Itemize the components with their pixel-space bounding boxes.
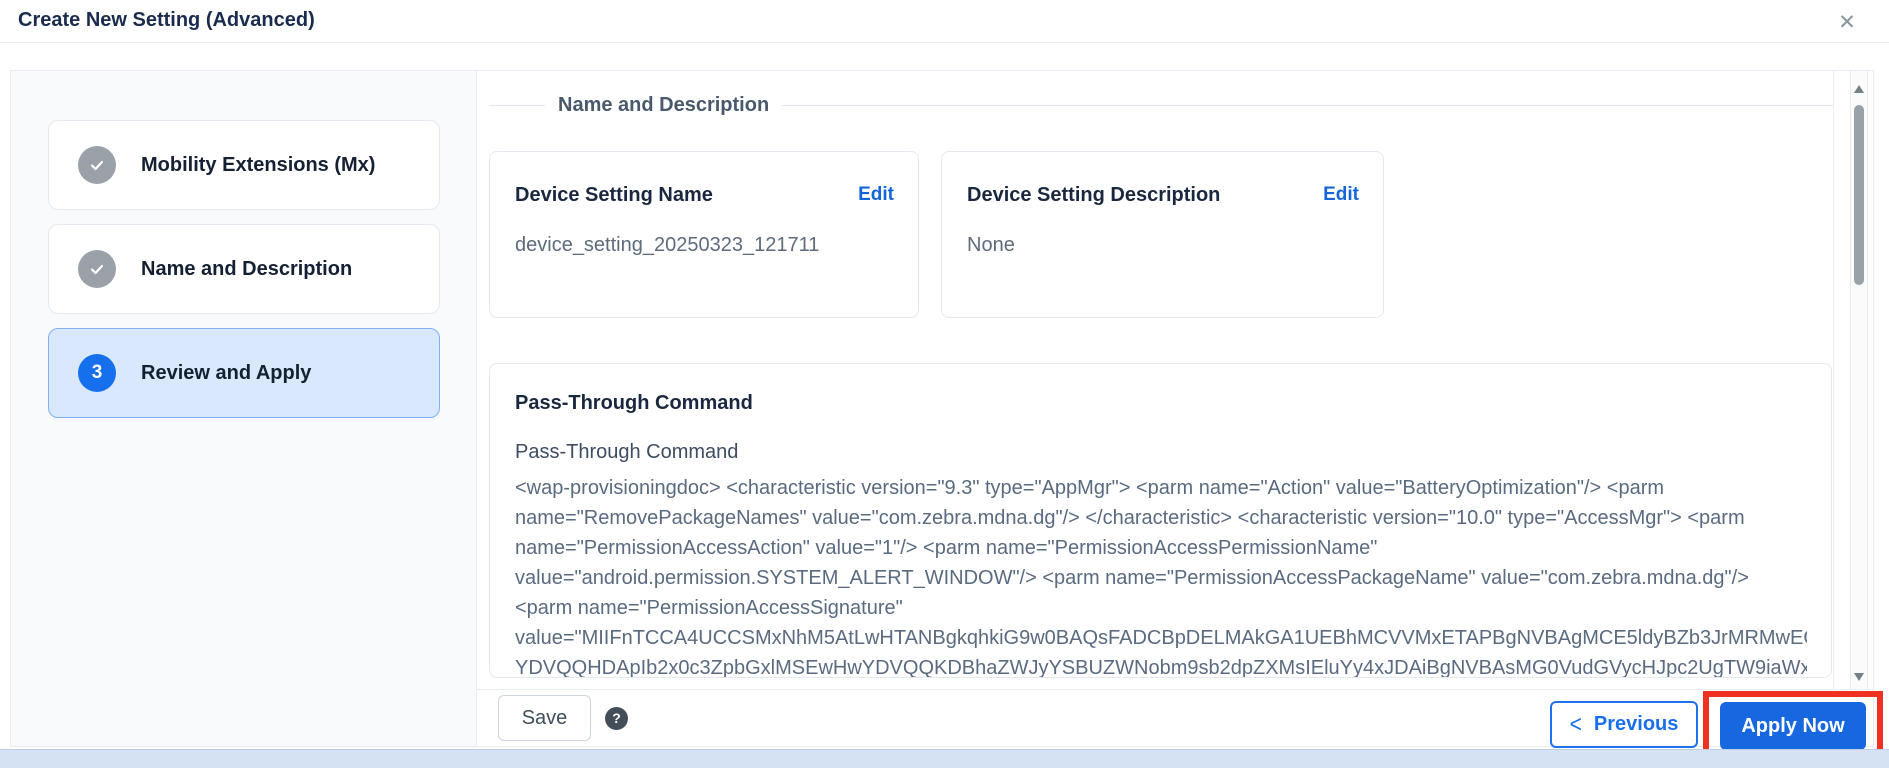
previous-button[interactable]: < Previous [1550, 701, 1698, 748]
scrollbar-track[interactable] [1850, 71, 1868, 689]
scroll-down-arrow-icon[interactable] [1854, 673, 1864, 681]
section-legend-title: Name and Description [545, 94, 782, 117]
card-title: Device Setting Description [967, 184, 1220, 207]
device-setting-description-card: Device Setting Description Edit None [941, 151, 1384, 318]
card-title: Device Setting Name [515, 184, 713, 207]
review-content-panel: Name and Description Device Setting Name… [477, 71, 1873, 746]
command-line: <wap-provisioningdoc> <characteristic ve… [515, 473, 1807, 503]
command-line: name="PermissionAccessAction" value="1"/… [515, 533, 1807, 563]
step-name-and-description[interactable]: Name and Description [48, 224, 440, 314]
close-icon[interactable]: ✕ [1831, 6, 1863, 38]
step-mobility-extensions[interactable]: Mobility Extensions (Mx) [48, 120, 440, 210]
command-line: <parm name="PermissionAccessSignature" [515, 593, 1807, 623]
dialog-header: Create New Setting (Advanced) ✕ [0, 0, 1889, 43]
wizard-stepper-sidebar: Mobility Extensions (Mx) Name and Descri… [11, 71, 477, 746]
edit-description-link[interactable]: Edit [1323, 184, 1359, 206]
step-review-and-apply[interactable]: 3 Review and Apply [48, 328, 440, 418]
pass-through-command-text: <wap-provisioningdoc> <characteristic ve… [515, 473, 1807, 678]
command-line: value="android.permission.SYSTEM_ALERT_W… [515, 563, 1807, 593]
save-button[interactable]: Save [498, 695, 591, 741]
background-page-edge [0, 749, 1889, 768]
previous-button-label: Previous [1594, 713, 1678, 736]
command-line: value="MIIFnTCCA4UCCSMxNhM5AtLwHTANBgkqh… [515, 623, 1807, 653]
dialog-body: Mobility Extensions (Mx) Name and Descri… [10, 70, 1874, 747]
pass-through-card-title: Pass-Through Command [515, 392, 1807, 415]
scrollbar-gutter [1833, 71, 1873, 689]
help-icon[interactable]: ? [605, 707, 628, 730]
apply-now-button[interactable]: Apply Now [1720, 702, 1866, 750]
chevron-left-icon: < [1570, 711, 1582, 739]
legend-divider [782, 105, 1833, 106]
device-setting-description-value: None [967, 234, 1359, 257]
pass-through-field-label: Pass-Through Command [515, 441, 1807, 464]
step-label: Name and Description [141, 258, 352, 281]
dialog-title: Create New Setting (Advanced) [18, 9, 315, 32]
pass-through-command-card: Pass-Through Command Pass-Through Comman… [489, 363, 1832, 678]
device-setting-name-card: Device Setting Name Edit device_setting_… [489, 151, 919, 318]
command-line: YDVQQHDApIb2x0c3ZpbGxlMSEwHwYDVQQKDBhaZW… [515, 653, 1807, 678]
command-line: name="RemovePackageNames" value="com.zeb… [515, 503, 1807, 533]
section-legend-row: Name and Description [489, 93, 1833, 117]
edit-name-link[interactable]: Edit [858, 184, 894, 206]
step-label: Mobility Extensions (Mx) [141, 154, 375, 177]
step-number-badge: 3 [78, 354, 116, 392]
review-scroll-area: Name and Description Device Setting Name… [477, 71, 1833, 689]
legend-divider [489, 105, 545, 106]
step-completed-check-icon [78, 250, 116, 288]
step-completed-check-icon [78, 146, 116, 184]
device-setting-name-value: device_setting_20250323_121711 [515, 234, 894, 257]
step-label: Review and Apply [141, 362, 311, 385]
scroll-up-arrow-icon[interactable] [1854, 85, 1864, 93]
scrollbar-thumb[interactable] [1854, 105, 1864, 285]
